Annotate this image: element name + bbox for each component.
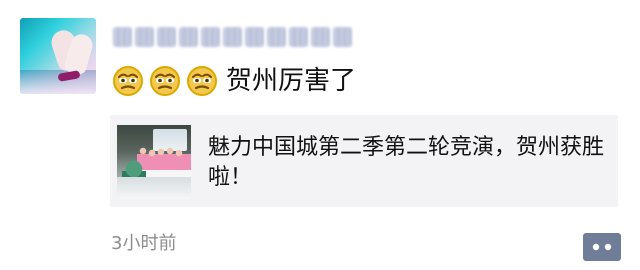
avatar[interactable]	[20, 18, 96, 94]
blurred-text-block	[179, 27, 198, 47]
blurred-text-block	[201, 27, 220, 47]
emoji-face-icon	[150, 66, 180, 96]
blurred-text-block	[245, 27, 264, 47]
comment-icon	[592, 243, 612, 251]
blurred-text-block	[267, 27, 286, 47]
blurred-text-block	[157, 27, 176, 47]
blurred-text-block	[289, 27, 308, 47]
emoji-face-icon	[113, 66, 143, 96]
comment-button[interactable]	[583, 233, 621, 261]
blurred-text-block	[113, 27, 132, 47]
blurred-text-block	[223, 27, 242, 47]
link-thumbnail	[117, 125, 191, 199]
post-text: 贺州厉害了	[226, 66, 357, 96]
post-time: 3小时前	[111, 233, 177, 254]
emoji-face-icon	[187, 66, 217, 96]
shared-link-card[interactable]: 魅力中国城第二季第二轮竞演，贺州获胜啦！	[110, 115, 618, 207]
blurred-text-block	[135, 27, 154, 47]
blurred-text-block	[311, 27, 330, 47]
thumbnail-stage	[117, 177, 191, 199]
username-blurred[interactable]	[113, 22, 365, 52]
blurred-text-block	[333, 27, 352, 47]
post-text-row: 贺州厉害了	[111, 61, 356, 101]
shared-link-title: 魅力中国城第二季第二轮竞演，贺州获胜啦！	[208, 135, 605, 190]
